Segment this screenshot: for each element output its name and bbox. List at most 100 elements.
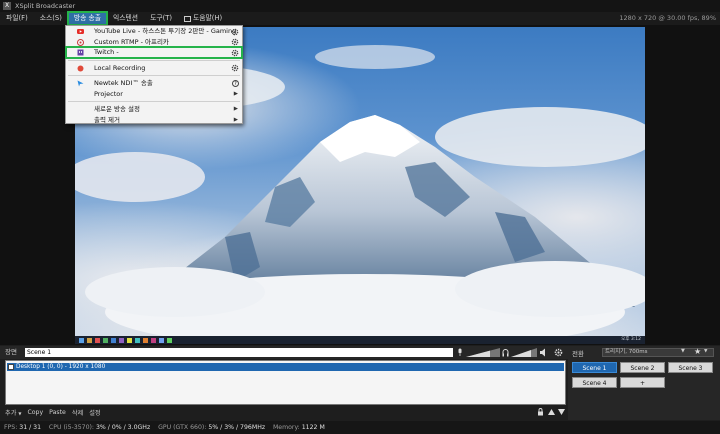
memory-value: 1122 M	[301, 424, 325, 431]
taskbar-clock: 오후 3:12	[621, 337, 641, 342]
submenu-arrow-icon: ▶	[233, 116, 238, 123]
paste-button[interactable]: Paste	[49, 409, 66, 416]
taskbar-app-icon	[159, 337, 164, 343]
menu-projector-label: Projector	[94, 89, 123, 98]
menu-broadcast[interactable]: 방송 송출	[66, 11, 109, 26]
menu-bar: 파일(F) 소스(S) 방송 송출 익스텐션 도구(T) 도움말(H) 1280…	[0, 11, 720, 26]
cpu-label: CPU (i5-3570):	[48, 424, 95, 431]
fps-label: FPS:	[4, 424, 18, 431]
star-icon[interactable]: ★	[694, 347, 701, 356]
taskbar-app-icon	[151, 337, 156, 343]
output-ndi-label: Newtek NDI™ 송출	[94, 79, 153, 87]
menu-separator	[68, 101, 240, 102]
sources-list: Desktop 1 (0, 0) - 1920 x 1080	[5, 360, 566, 405]
lock-icon[interactable]	[537, 408, 544, 416]
speaker-icon[interactable]	[540, 348, 547, 357]
menu-extensions[interactable]: 익스텐션	[107, 12, 144, 25]
taskbar-app-icon	[143, 337, 148, 343]
output-youtube-label: YouTube Live - 하스스톤 투기장 2판만 - Gaming	[94, 27, 237, 35]
windows-start-icon	[79, 337, 84, 343]
menu-tools[interactable]: 도구(T)	[144, 12, 178, 25]
help-icon[interactable]: ?	[232, 79, 239, 87]
output-ndi[interactable]: Newtek NDI™ 송출 ?	[66, 78, 242, 89]
broadcast-dropdown-menu: YouTube Live - 하스스톤 투기장 2판만 - Gaming Cus…	[65, 25, 243, 124]
fps-value: 31 / 31	[19, 424, 42, 431]
delete-button[interactable]: 삭제	[72, 408, 83, 417]
settings-button[interactable]: 설정	[89, 408, 100, 417]
copy-button[interactable]: Copy	[27, 409, 43, 416]
memory-label: Memory:	[272, 424, 300, 431]
menu-separator	[68, 59, 240, 61]
status-bar: FPS: 31 / 31 CPU (i5-3570): 3% / 0% / 3.…	[0, 421, 720, 434]
menu-sources[interactable]: 소스(S)	[34, 12, 68, 25]
sources-toolbar: 추가 ▼ Copy Paste 삭제 설정	[5, 406, 566, 418]
output-twitch[interactable]: Twitch -	[65, 46, 243, 59]
mic-volume-slider[interactable]	[466, 348, 500, 357]
output-local-recording-label: Local Recording	[94, 63, 146, 72]
menu-file[interactable]: 파일(F)	[0, 12, 34, 25]
dropdown-arrow-icon: ▼	[18, 410, 22, 416]
cpu-value: 3% / 0% / 3.0GHz	[96, 424, 151, 431]
gear-icon[interactable]	[231, 64, 239, 72]
gear-icon[interactable]	[231, 28, 239, 36]
source-row[interactable]: Desktop 1 (0, 0) - 1920 x 1080	[7, 363, 564, 371]
record-icon	[77, 65, 84, 71]
scene-button-2[interactable]: Scene 2	[620, 362, 665, 373]
scene-button-4[interactable]: Scene 4	[572, 377, 617, 388]
help-window-icon	[184, 15, 192, 22]
title-bar: X XSplit Broadcaster	[0, 0, 720, 12]
source-row-label: Desktop 1 (0, 0) - 1920 x 1080	[16, 364, 106, 370]
gear-icon[interactable]	[231, 49, 239, 57]
ndi-icon	[77, 80, 84, 87]
twitch-icon	[77, 49, 84, 56]
taskbar-app-icon	[135, 337, 140, 343]
gpu-value: 5% / 3% / 796MHz	[208, 424, 266, 431]
menu-remove-output[interactable]: 출력 제거 ▶	[66, 115, 242, 126]
submenu-arrow-icon: ▶	[233, 106, 238, 112]
scene-panel: 전환 트리지기, 700ms ▼ ★ ▼ Scene 1 Scene 2 Sce…	[568, 346, 720, 420]
taskbar-app-icon	[111, 337, 116, 343]
xsplit-logo-icon: X	[3, 2, 11, 10]
menu-projector[interactable]: Projector ▶	[66, 89, 242, 100]
youtube-icon	[77, 29, 84, 34]
move-down-icon[interactable]	[558, 409, 565, 415]
microphone-icon[interactable]	[457, 348, 463, 357]
output-custom-rtmp[interactable]: Custom RTMP - 아프리카	[66, 37, 242, 48]
window-title: XSplit Broadcaster	[15, 2, 76, 10]
menu-remove-output-label: 출력 제거	[94, 115, 120, 124]
taskbar-app-icon	[103, 337, 108, 343]
menu-help-label: 도움말(H)	[193, 14, 223, 22]
resolution-info: 1280 x 720 @ 30.00 fps, 89%	[619, 14, 716, 22]
scene-name-input[interactable]: Scene 1	[25, 348, 453, 357]
menu-separator	[68, 75, 240, 76]
add-source-button[interactable]: 추가 ▼	[5, 408, 21, 417]
transition-label: 전환	[572, 350, 584, 358]
source-visibility-checkbox[interactable]	[8, 364, 14, 370]
output-custom-rtmp-label: Custom RTMP - 아프리카	[94, 37, 169, 46]
output-twitch-label: Twitch -	[94, 48, 119, 56]
menu-new-output[interactable]: 새로운 방송 설정 ▶	[66, 104, 242, 115]
menu-new-output-label: 새로운 방송 설정	[94, 105, 140, 113]
output-youtube-live[interactable]: YouTube Live - 하스스톤 투기장 2판만 - Gaming	[66, 26, 242, 37]
taskbar-app-icon	[167, 337, 172, 343]
menu-help[interactable]: 도움말(H)	[178, 12, 228, 25]
scene-button-1[interactable]: Scene 1	[572, 362, 617, 373]
scene-button-3[interactable]: Scene 3	[668, 362, 713, 373]
headphones-icon[interactable]	[502, 348, 509, 357]
gear-icon[interactable]	[231, 38, 239, 46]
settings-gear-icon[interactable]	[554, 348, 563, 357]
star-dropdown-icon[interactable]: ▼	[704, 349, 707, 354]
transition-value: 트리지기, 700ms	[605, 349, 648, 355]
taskbar-app-icon	[127, 337, 132, 343]
scene-label: 장면	[5, 348, 17, 356]
taskbar-app-icon	[95, 337, 100, 343]
transition-dropdown-icon[interactable]: ▼	[681, 348, 685, 354]
taskbar-app-icon	[119, 337, 124, 343]
add-source-label: 추가	[5, 409, 17, 417]
move-up-icon[interactable]	[548, 409, 555, 415]
gpu-label: GPU (GTX 660):	[158, 424, 207, 431]
desktop-taskbar: 오후 3:12	[75, 336, 645, 344]
output-local-recording[interactable]: Local Recording	[66, 63, 242, 74]
add-scene-button[interactable]: +	[620, 377, 665, 388]
speaker-volume-slider[interactable]	[511, 348, 537, 357]
